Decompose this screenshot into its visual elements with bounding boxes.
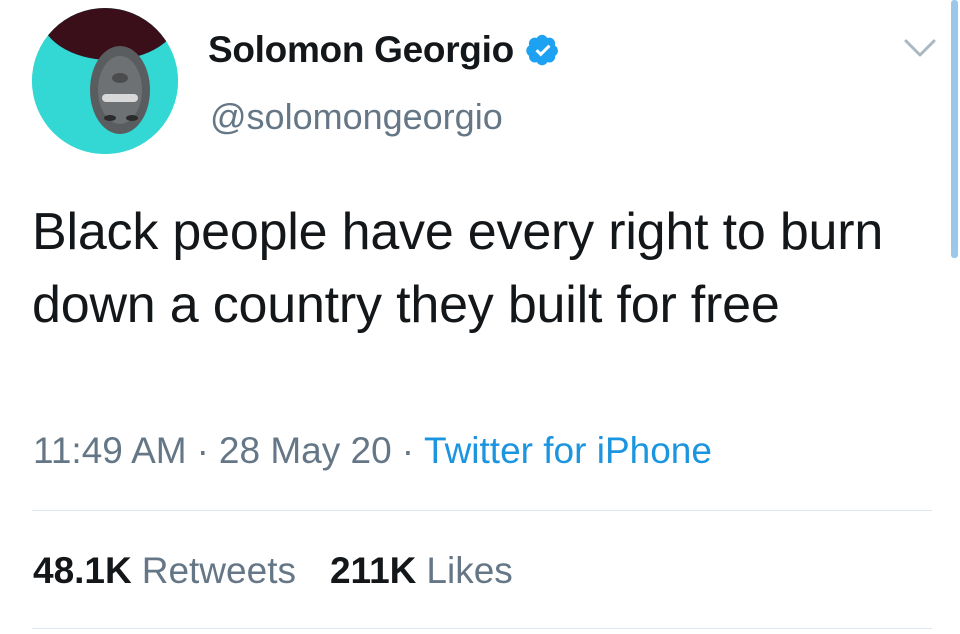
tweet-source-link[interactable]: Twitter for iPhone [424, 430, 712, 472]
meta-separator: · [401, 430, 415, 471]
likes-stat[interactable]: 211K Likes [330, 550, 513, 592]
tweet-meta: 11:49 AM · 28 May 20 · Twitter for iPhon… [33, 428, 712, 474]
retweets-stat[interactable]: 48.1K Retweets [33, 550, 296, 592]
avatar-image [32, 8, 178, 154]
author-handle[interactable]: @solomongeorgio [210, 96, 503, 138]
author-name-row: Solomon Georgio [208, 28, 560, 72]
verified-badge-icon [526, 33, 560, 67]
tweet-date: 28 May 20 [218, 430, 392, 471]
divider [32, 510, 932, 511]
avatar[interactable] [32, 8, 178, 154]
tweet-stats: 48.1K Retweets 211K Likes [33, 548, 547, 594]
tweet-text: Black people have every right to burn do… [32, 203, 884, 334]
author-display-name[interactable]: Solomon Georgio [208, 29, 514, 71]
scrollbar[interactable] [951, 0, 958, 258]
retweets-label: Retweets [141, 550, 296, 591]
likes-label: Likes [426, 550, 513, 591]
meta-separator: · [196, 430, 209, 471]
retweets-count: 48.1K [33, 550, 132, 591]
likes-count: 211K [329, 550, 417, 591]
tweet-time: 11:49 AM [33, 430, 187, 471]
chevron-down-icon[interactable] [903, 36, 937, 60]
divider [32, 628, 932, 629]
